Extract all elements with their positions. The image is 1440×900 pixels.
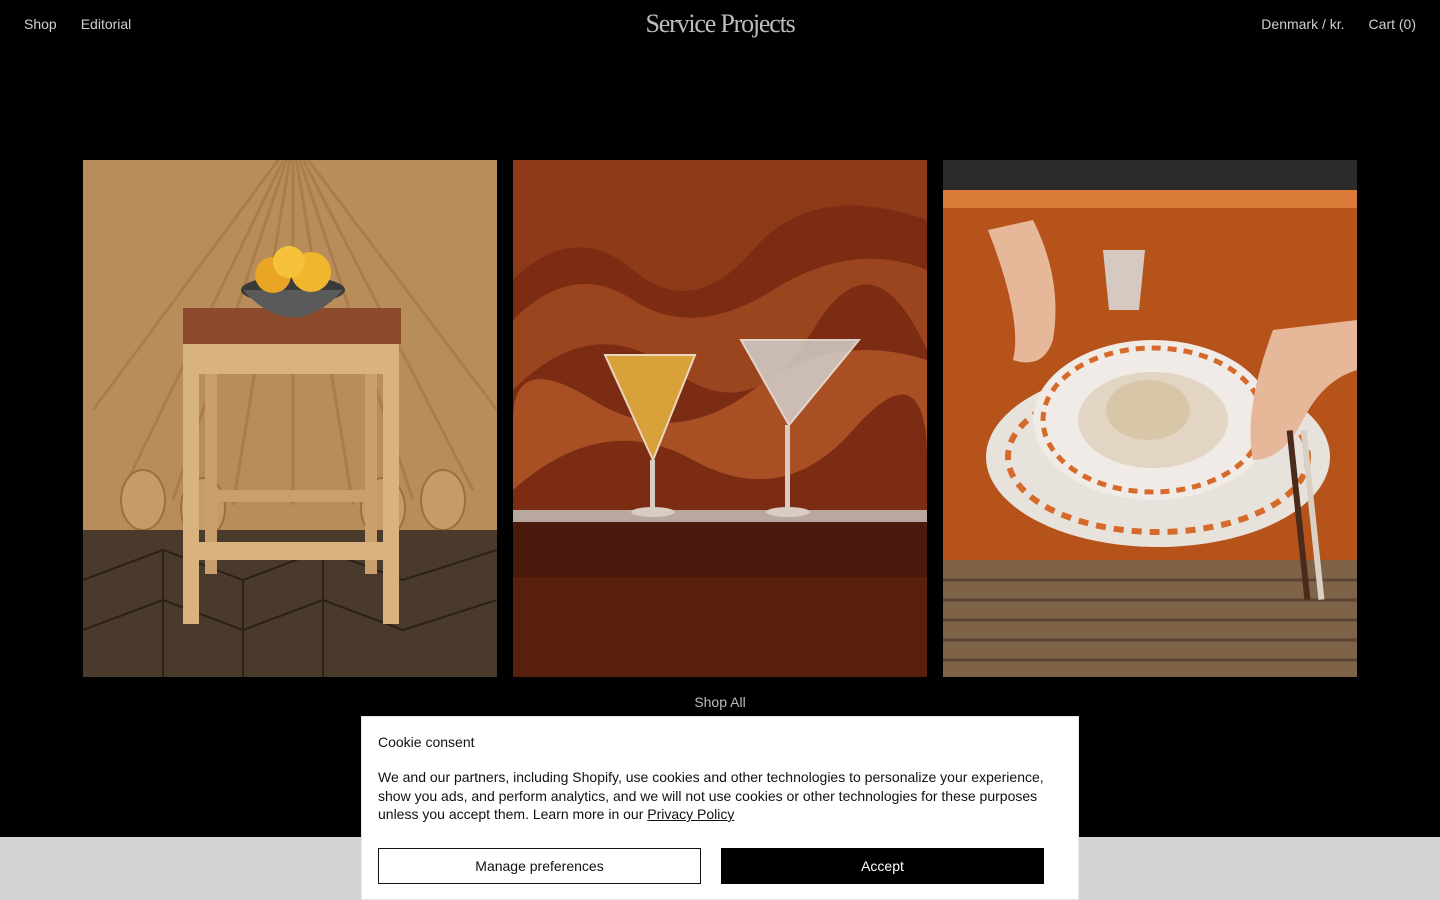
site-header: Shop Editorial Service Projects Denmark … <box>0 0 1440 48</box>
utility-nav: Denmark / kr. Cart (0) <box>1261 16 1416 32</box>
site-logo[interactable]: Service Projects <box>0 9 1440 39</box>
cocktail-glasses-image[interactable] <box>513 160 927 677</box>
shop-all-link[interactable]: Shop All <box>0 694 1440 710</box>
manage-preferences-button[interactable]: Manage preferences <box>378 848 701 884</box>
noodle-plate-image[interactable] <box>943 160 1357 677</box>
product-gallery <box>83 160 1357 677</box>
cookie-consent-dialog: Cookie consent We and our partners, incl… <box>361 716 1079 900</box>
cookie-body-text: We and our partners, including Shopify, … <box>378 768 1058 824</box>
cart-link[interactable]: Cart (0) <box>1369 16 1416 32</box>
locale-selector[interactable]: Denmark / kr. <box>1261 16 1344 32</box>
privacy-policy-link[interactable]: Privacy Policy <box>647 806 734 822</box>
stool-with-lemon-bowl-image[interactable] <box>83 160 497 677</box>
cookie-title: Cookie consent <box>378 734 475 750</box>
accept-cookies-button[interactable]: Accept <box>721 848 1044 884</box>
